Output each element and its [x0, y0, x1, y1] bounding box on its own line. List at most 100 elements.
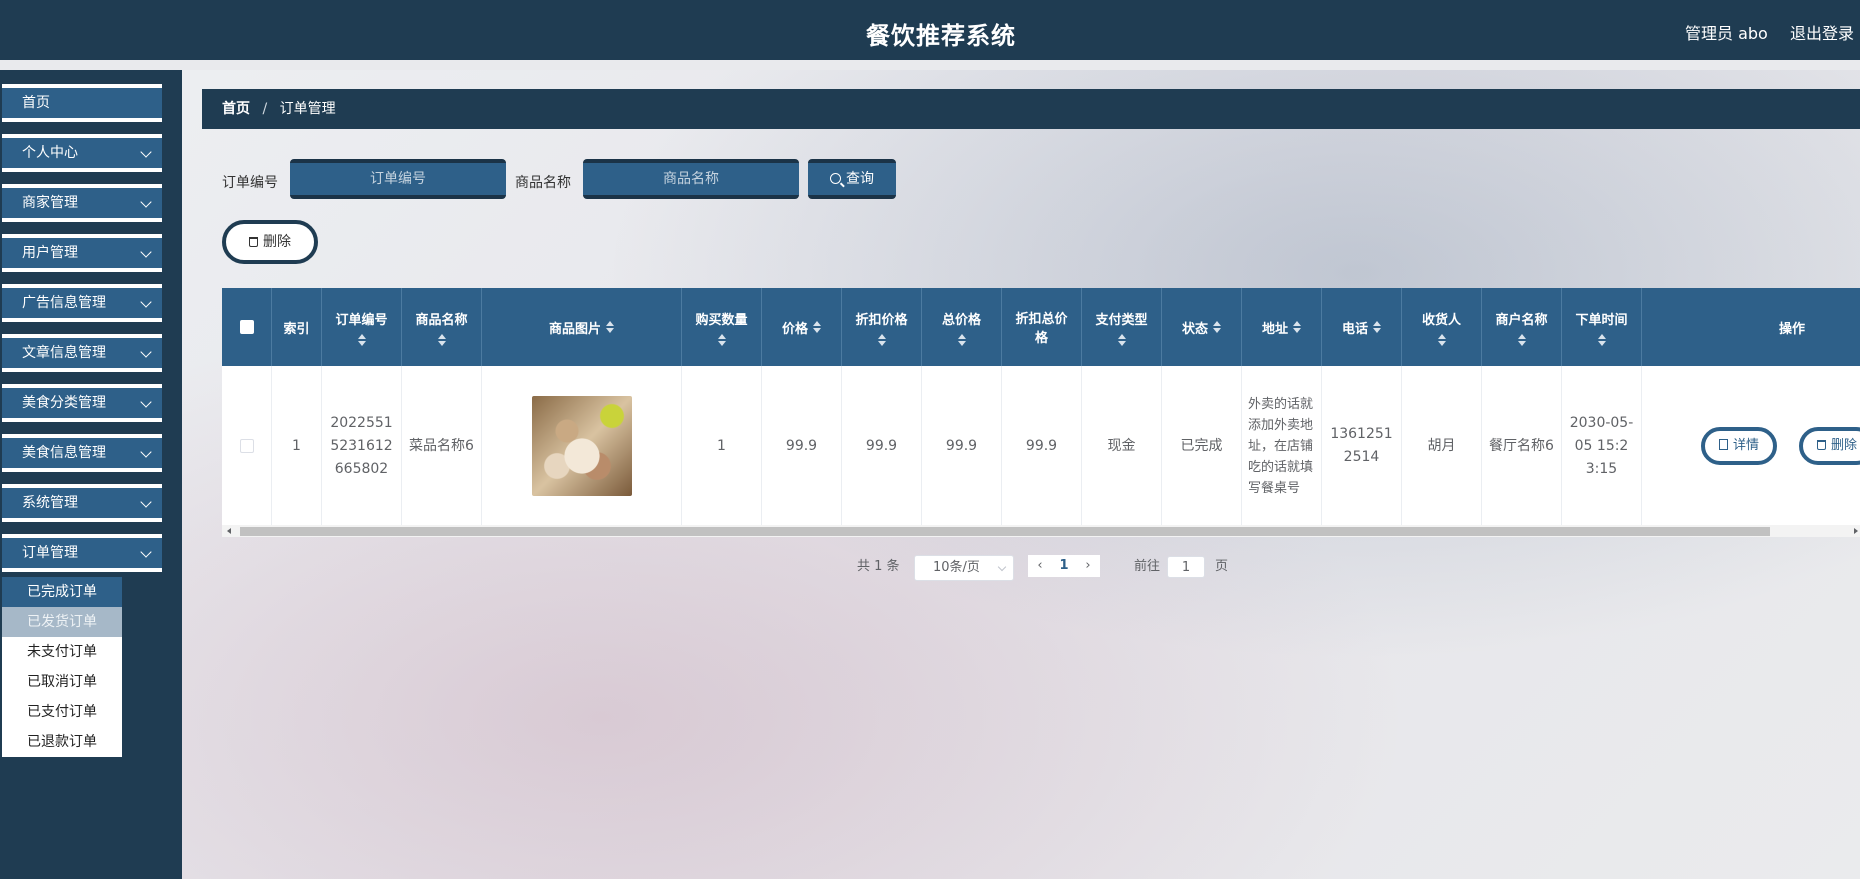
sidebar-item-article-management[interactable]: 文章信息管理 [2, 334, 162, 372]
header-product-name[interactable]: 商品名称 [402, 288, 482, 366]
trash-icon [1817, 440, 1826, 450]
header-order-no[interactable]: 订单编号 [322, 288, 402, 366]
breadcrumb-current: 订单管理 [279, 101, 336, 117]
header-order-time[interactable]: 下单时间 [1562, 288, 1642, 366]
order-submenu: 已完成订单 已发货订单 未支付订单 已取消订单 已支付订单 已退款订单 [2, 577, 122, 757]
header-discount-total[interactable]: 折扣总价格 [1002, 288, 1082, 366]
header-label: 折扣总价格 [1015, 312, 1068, 346]
goto-suffix: 页 [1215, 559, 1229, 574]
header-label: 索引 [283, 321, 310, 337]
batch-delete-button[interactable]: 删除 [222, 220, 318, 264]
chevron-down-icon [140, 396, 152, 408]
horizontal-scrollbar[interactable] [222, 525, 1860, 537]
scroll-right-icon[interactable] [1854, 528, 1858, 534]
cell-merchant: 餐厅名称6 [1482, 366, 1562, 526]
sort-icon[interactable] [437, 333, 446, 346]
sort-icon[interactable] [1517, 333, 1526, 346]
sidebar-item-order-management[interactable]: 订单管理 [2, 534, 162, 572]
submenu-item-completed-orders[interactable]: 已完成订单 [2, 577, 122, 607]
header-label: 收货人 [1421, 312, 1461, 328]
header-product-image[interactable]: 商品图片 [482, 288, 682, 366]
header-discount-price[interactable]: 折扣价格 [842, 288, 922, 366]
sort-icon[interactable] [813, 321, 821, 333]
scroll-left-icon[interactable] [227, 528, 231, 534]
row-checkbox[interactable] [239, 439, 254, 453]
next-page-button[interactable]: › [1076, 555, 1100, 577]
cell-order-no: 20225515231612665802 [322, 366, 402, 526]
row-delete-button[interactable]: 删除 [1799, 427, 1860, 465]
header-status[interactable]: 状态 [1162, 288, 1242, 366]
submenu-item-unpaid-orders[interactable]: 未支付订单 [2, 637, 122, 667]
header-quantity[interactable]: 购买数量 [682, 288, 762, 366]
page-size-value: 10条/页 [933, 560, 980, 575]
page-number-current[interactable]: 1 [1052, 555, 1076, 577]
breadcrumb: 首页 / 订单管理 [202, 89, 1860, 129]
header-label: 价格 [781, 321, 808, 337]
detail-button[interactable]: 详情 [1701, 427, 1778, 465]
header-address[interactable]: 地址 [1242, 288, 1322, 366]
header-label: 电话 [1341, 321, 1368, 337]
sort-icon[interactable] [1117, 333, 1126, 346]
header-pay-type[interactable]: 支付类型 [1082, 288, 1162, 366]
sidebar-item-merchant-management[interactable]: 商家管理 [2, 184, 162, 222]
order-no-label: 订单编号 [222, 175, 278, 191]
goto-prefix: 前往 [1134, 559, 1161, 574]
current-user: 管理员 abo [1685, 24, 1768, 43]
sort-icon[interactable] [1213, 321, 1221, 333]
header-label: 商品名称 [415, 312, 468, 328]
sidebar-item-label: 个人中心 [22, 145, 78, 161]
sidebar-item-personal-center[interactable]: 个人中心 [2, 134, 162, 172]
sidebar-item-system-management[interactable]: 系统管理 [2, 484, 162, 522]
prev-page-button[interactable]: ‹ [1028, 555, 1052, 577]
sidebar-item-user-management[interactable]: 用户管理 [2, 234, 162, 272]
sort-icon[interactable] [606, 321, 614, 333]
main-content: 首页 / 订单管理 订单编号 商品名称 查询 删除 索引 订单编号 商品名称 商… [182, 70, 1860, 879]
logout-link[interactable]: 退出登录 [1790, 20, 1854, 44]
product-name-label: 商品名称 [515, 175, 571, 191]
sidebar-item-food-category-management[interactable]: 美食分类管理 [2, 384, 162, 422]
header-price[interactable]: 价格 [762, 288, 842, 366]
header-label: 总价格 [941, 312, 981, 328]
search-icon [830, 173, 841, 184]
submenu-item-cancelled-orders[interactable]: 已取消订单 [2, 667, 122, 697]
header-merchant[interactable]: 商户名称 [1482, 288, 1562, 366]
submenu-item-paid-orders[interactable]: 已支付订单 [2, 697, 122, 727]
goto-page-input[interactable] [1167, 556, 1205, 578]
header-label: 商户名称 [1495, 312, 1548, 328]
sort-icon[interactable] [877, 333, 886, 346]
sort-icon[interactable] [1293, 321, 1301, 333]
order-no-input[interactable] [290, 159, 506, 199]
query-button[interactable]: 查询 [808, 159, 896, 199]
cell-pay-type: 现金 [1082, 366, 1162, 526]
breadcrumb-home[interactable]: 首页 [222, 101, 250, 117]
sort-icon[interactable] [717, 333, 726, 346]
sort-icon[interactable] [357, 333, 366, 346]
cell-discount-price: 99.9 [842, 366, 922, 526]
sidebar-item-home[interactable]: 首页 [2, 84, 162, 122]
submenu-item-refunded-orders[interactable]: 已退款订单 [2, 727, 122, 757]
header-total-price[interactable]: 总价格 [922, 288, 1002, 366]
page-size-select[interactable]: 10条/页 [914, 555, 1014, 581]
sort-icon[interactable] [1373, 321, 1381, 333]
select-all-checkbox[interactable] [239, 320, 254, 334]
cell-discount-total: 99.9 [1002, 366, 1082, 526]
sidebar-item-label: 广告信息管理 [22, 295, 106, 311]
top-header: 餐饮推荐系统 管理员 abo 退出登录 [0, 0, 1860, 60]
cell-index: 1 [272, 366, 322, 526]
sort-icon[interactable] [1597, 333, 1606, 346]
sort-icon[interactable] [1437, 333, 1446, 346]
cell-product-image [482, 366, 682, 526]
sidebar-item-food-info-management[interactable]: 美食信息管理 [2, 434, 162, 472]
sidebar-item-label: 首页 [22, 95, 50, 111]
sidebar-item-ad-management[interactable]: 广告信息管理 [2, 284, 162, 322]
header-phone[interactable]: 电话 [1322, 288, 1402, 366]
header-label: 地址 [1261, 321, 1288, 337]
product-name-input[interactable] [583, 159, 799, 199]
pagination-total: 共 1 条 [857, 559, 900, 574]
sidebar-item-label: 美食分类管理 [22, 395, 106, 411]
submenu-item-shipped-orders[interactable]: 已发货订单 [2, 607, 122, 637]
scrollbar-thumb[interactable] [240, 527, 1770, 536]
sort-icon[interactable] [957, 333, 966, 346]
cell-phone: 13612512514 [1322, 366, 1402, 526]
header-consignee[interactable]: 收货人 [1402, 288, 1482, 366]
